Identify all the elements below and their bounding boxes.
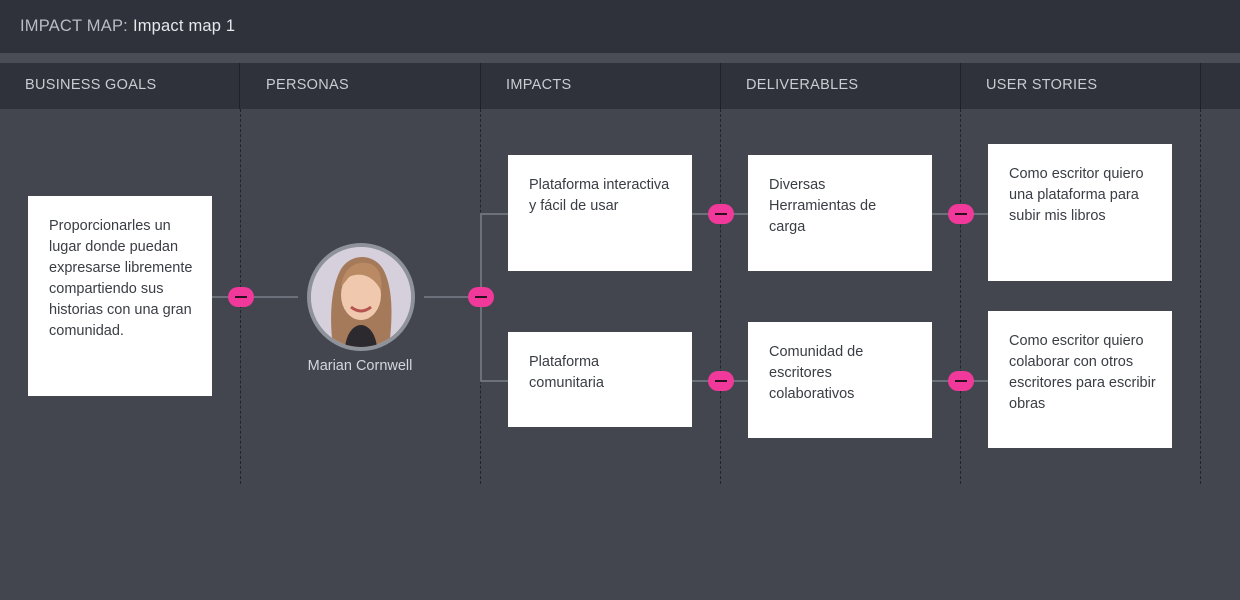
deliverable-text: Diversas Herramientas de carga — [769, 177, 877, 235]
column-header-bar: BUSINESS GOALS PERSONAS IMPACTS DELIVERA… — [0, 63, 1240, 109]
column-label: USER STORIES — [986, 77, 1098, 93]
connector-line — [212, 296, 298, 298]
business-goal-text: Proporcionarles un lugar donde puedan ex… — [49, 218, 193, 339]
collapse-toggle-icon[interactable] — [948, 204, 974, 224]
connector-line — [480, 213, 508, 215]
user-story-text: Como escritor quiero una plataforma para… — [1009, 166, 1144, 224]
map-name[interactable]: Impact map 1 — [133, 17, 235, 35]
collapse-toggle-icon[interactable] — [708, 371, 734, 391]
impact-card[interactable]: Plataforma interactiva y fácil de usar — [508, 155, 692, 271]
column-header-impacts: IMPACTS — [481, 63, 721, 109]
column-label: IMPACTS — [506, 77, 572, 93]
page-title: IMPACT MAP: Impact map 1 — [20, 17, 235, 36]
collapse-toggle-icon[interactable] — [468, 287, 494, 307]
impact-text: Plataforma comunitaria — [529, 354, 604, 391]
column-header-personas: PERSONAS — [241, 63, 481, 109]
column-label: PERSONAS — [266, 77, 349, 93]
map-title-prefix: IMPACT MAP: — [20, 17, 128, 35]
column-divider — [720, 109, 721, 484]
top-bar: IMPACT MAP: Impact map 1 — [0, 0, 1240, 53]
column-header-deliverables: DELIVERABLES — [721, 63, 961, 109]
user-story-text: Como escritor quiero colaborar con otros… — [1009, 333, 1156, 412]
connector-line — [480, 380, 508, 382]
column-header-user-stories: USER STORIES — [961, 63, 1201, 109]
collapse-toggle-icon[interactable] — [948, 371, 974, 391]
persona-avatar[interactable] — [307, 243, 415, 351]
column-label: DELIVERABLES — [746, 77, 859, 93]
column-divider — [1200, 109, 1201, 484]
user-story-card[interactable]: Como escritor quiero una plataforma para… — [988, 144, 1172, 281]
persona-photo — [311, 247, 411, 347]
persona-name: Marian Cornwell — [307, 358, 413, 374]
deliverable-card[interactable]: Comunidad de escritores colaborativos — [748, 322, 932, 438]
user-story-card[interactable]: Como escritor quiero colaborar con otros… — [988, 311, 1172, 448]
column-header-business-goals: BUSINESS GOALS — [0, 63, 240, 109]
collapse-toggle-icon[interactable] — [228, 287, 254, 307]
column-divider — [960, 109, 961, 484]
column-label: BUSINESS GOALS — [25, 77, 157, 93]
deliverable-card[interactable]: Diversas Herramientas de carga — [748, 155, 932, 271]
deliverable-text: Comunidad de escritores colaborativos — [769, 344, 864, 402]
business-goal-card[interactable]: Proporcionarles un lugar donde puedan ex… — [28, 196, 212, 396]
impact-card[interactable]: Plataforma comunitaria — [508, 332, 692, 427]
collapse-toggle-icon[interactable] — [708, 204, 734, 224]
header-separator — [0, 53, 1240, 63]
impact-text: Plataforma interactiva y fácil de usar — [529, 177, 670, 214]
